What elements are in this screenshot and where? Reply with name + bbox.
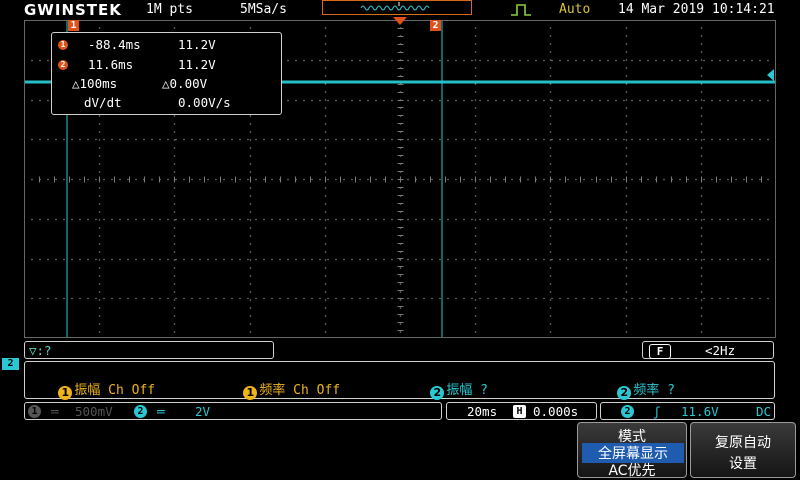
measurement-value: Ch Off [108, 383, 156, 398]
time-display: 10:14:21 [712, 2, 775, 17]
math-function-bar[interactable]: ▽:? [24, 341, 274, 359]
reset-line2: 设置 [729, 456, 757, 472]
measurement-value: ? [480, 383, 488, 398]
channel-scale-bar[interactable]: 1 ═ 500mV 2 ═ 2V [24, 402, 442, 420]
trigger-mode[interactable]: Auto [559, 2, 590, 17]
rising-edge-icon: ʃ [653, 404, 661, 419]
channel2-coupling-icon: ═ [157, 404, 165, 419]
channel1-badge[interactable]: 1 [28, 405, 41, 418]
cursor-readout-panel: 1 -88.4ms 11.2V 2 11.6ms 11.2V △100ms △0… [51, 32, 282, 115]
mode-softkey[interactable]: 模式 全屏幕显示 AC优先 [577, 422, 687, 480]
memory-position-indicator [322, 0, 472, 15]
channel2-badge: 2 [430, 386, 445, 400]
horizontal-position: 0.000s [533, 404, 579, 419]
channel1-badge: 1 [243, 386, 258, 400]
sample-rate: 5MSa/s [240, 2, 287, 17]
trigger-bar[interactable]: 2 ʃ 11.6V DC [600, 402, 775, 420]
cursor2-time: 11.6ms [88, 57, 134, 72]
filter-value: <2Hz [705, 343, 736, 358]
measurement-value: ? [667, 383, 675, 398]
cursor1-marker[interactable]: 1 [68, 20, 79, 31]
cursor1-voltage: 11.2V [178, 37, 216, 52]
channel2-badge[interactable]: 2 [134, 405, 147, 418]
filter-icon: F [649, 344, 671, 359]
trigger-position-marker[interactable] [393, 17, 407, 25]
timebase-bar[interactable]: 20ms H 0.000s [446, 402, 597, 420]
channel2-badge: 2 [617, 386, 632, 400]
channel1-badge: 1 [58, 386, 73, 400]
measurement-label: 频率 [259, 383, 286, 398]
channel2-ground-marker[interactable]: 2 [2, 358, 19, 370]
measurement-label: 振幅 [446, 383, 473, 398]
channel2-scale: 2V [195, 404, 211, 419]
cursor1-badge: 1 [58, 40, 68, 50]
waveform-overview-icon [360, 2, 430, 11]
channel1-scale: 500mV [75, 404, 113, 419]
delta-voltage: △0.00V [162, 76, 208, 91]
trigger-source-badge: 2 [621, 405, 634, 418]
date-display: 14 Mar 2019 [618, 2, 705, 17]
math-expression: ▽:? [29, 343, 52, 358]
cursor1-time: -88.4ms [88, 37, 141, 52]
reset-auto-settings-softkey[interactable]: 复原自动 设置 [690, 422, 796, 478]
timebase-scale: 20ms [467, 404, 498, 419]
dvdt-value: 0.00V/s [178, 95, 231, 110]
channel2-level-marker[interactable] [767, 69, 774, 81]
cursor2-marker[interactable]: 2 [430, 20, 441, 31]
trigger-edge-icon [511, 4, 531, 16]
mode-option-ac[interactable]: AC优先 [578, 460, 686, 480]
measurement-label: 振幅 [74, 383, 101, 398]
horizontal-position-icon: H [513, 405, 526, 418]
measurement-panel: 1 振幅 Ch Off 1 频率 Ch Off 2 振幅 ? 2 频率 ? [24, 361, 775, 400]
reset-line1: 复原自动 [715, 435, 771, 451]
dvdt-label: dV/dt [84, 95, 122, 110]
trigger-coupling: DC [756, 404, 772, 419]
filter-bar[interactable]: F <2Hz [642, 341, 774, 359]
measurement-value: Ch Off [293, 383, 341, 398]
record-length: 1M pts [146, 2, 193, 17]
measurement-label: 频率 [633, 383, 660, 398]
cursor2-badge: 2 [58, 60, 68, 70]
brand-logo: GWINSTEK [24, 1, 122, 19]
cursor2-voltage: 11.2V [178, 57, 216, 72]
trigger-level: 11.6V [681, 404, 719, 419]
channel1-coupling-icon: ═ [51, 404, 59, 419]
delta-time: △100ms [72, 76, 118, 91]
